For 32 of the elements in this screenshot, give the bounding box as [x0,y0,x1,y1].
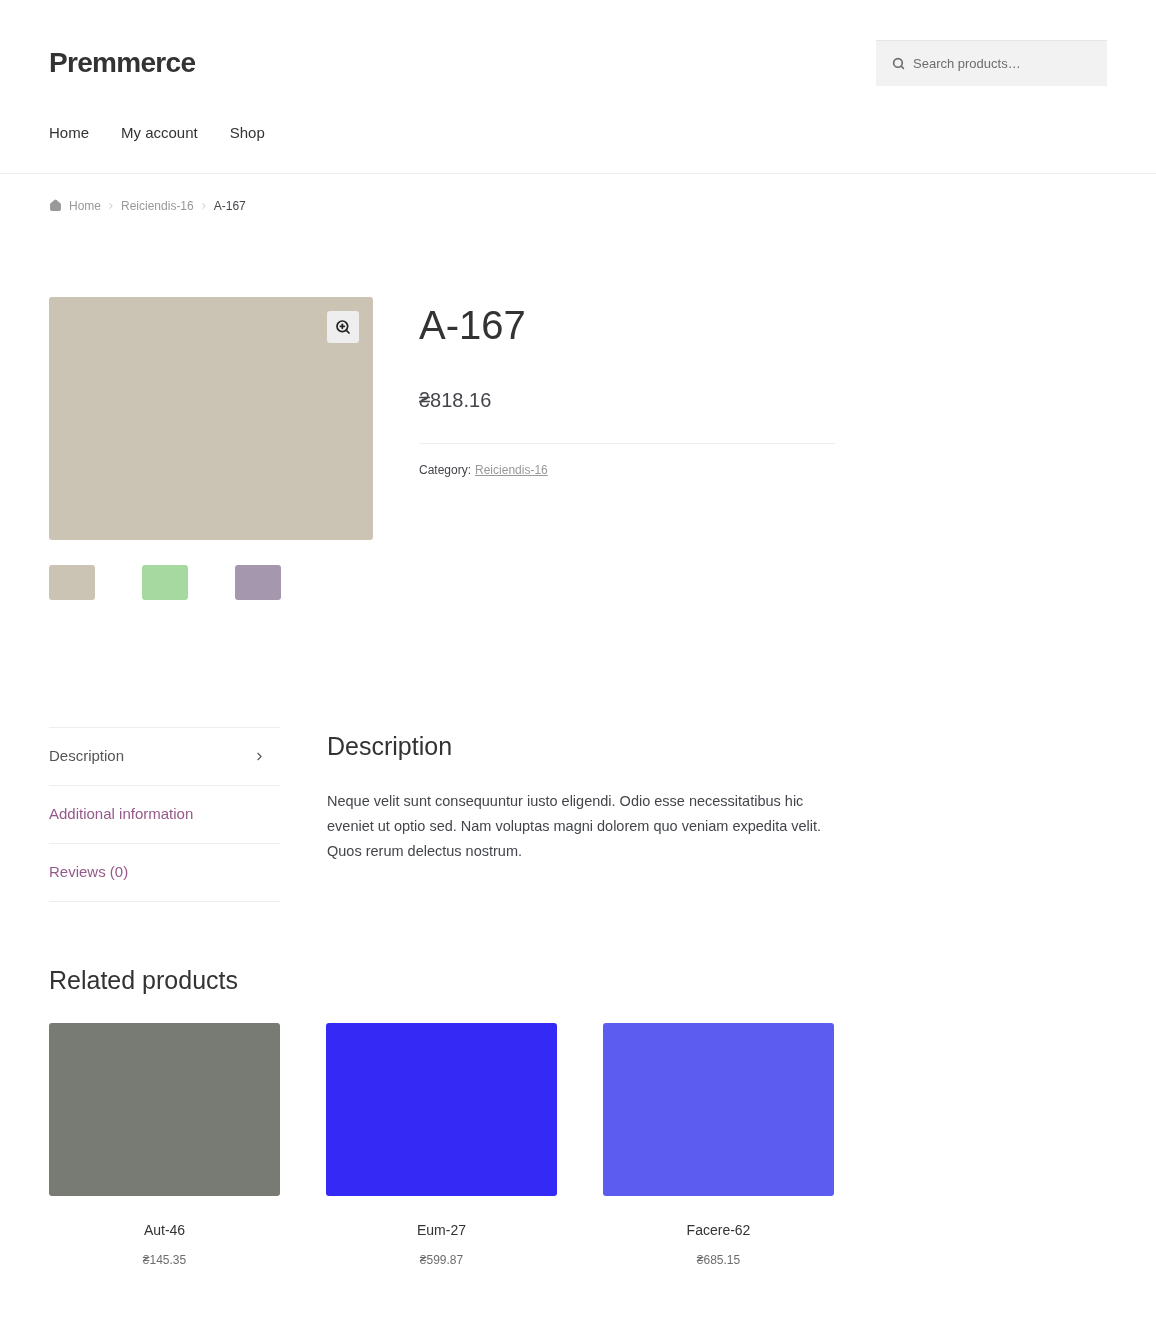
home-icon [49,199,62,212]
nav-link[interactable]: Shop [229,122,265,145]
nav-link[interactable]: My account [121,122,198,145]
search-icon [892,57,905,70]
nav-link[interactable]: Home [49,122,89,145]
product-name[interactable]: Eum-27 [417,1220,466,1241]
product-image[interactable] [603,1023,834,1196]
description-text: Neque velit sunt consequuntur iusto eligendi. Odio esse necessitatibus hic eveniet ut optio sed. Nam voluptas magni dolorem quo veniam expedita velit. Quos rerum delectus nostrum. [327,792,823,861]
product-price: ₴599.87 [419,1252,464,1269]
product-price: ₴818.16 [419,387,493,413]
product-name[interactable]: Facere-62 [686,1220,751,1241]
zoom-button[interactable] [327,310,359,343]
product-name[interactable]: Aut-46 [143,1220,186,1241]
zoom-icon [335,318,351,335]
section-heading: Related products [49,964,239,996]
product-image[interactable] [49,1023,280,1196]
tab[interactable]: Additional information [49,785,280,844]
thumbnail[interactable] [49,564,95,600]
section-heading: Description [327,730,454,762]
site-title[interactable]: Premmerce [49,42,196,84]
thumbnail[interactable] [235,564,281,600]
breadcrumb-current: A-167 [213,197,246,215]
search-field[interactable]: Search products… [876,40,1107,86]
tab[interactable]: Reviews (0) [49,843,280,902]
product-title: A-167 [419,304,527,345]
tab[interactable]: Description [49,727,280,786]
product-price: ₴685.15 [696,1252,741,1269]
product-price: ₴145.35 [142,1252,187,1269]
product-image[interactable] [326,1023,557,1196]
thumbnail[interactable] [142,564,188,600]
category-label: Category: [419,461,472,479]
separator-icon [106,200,116,211]
